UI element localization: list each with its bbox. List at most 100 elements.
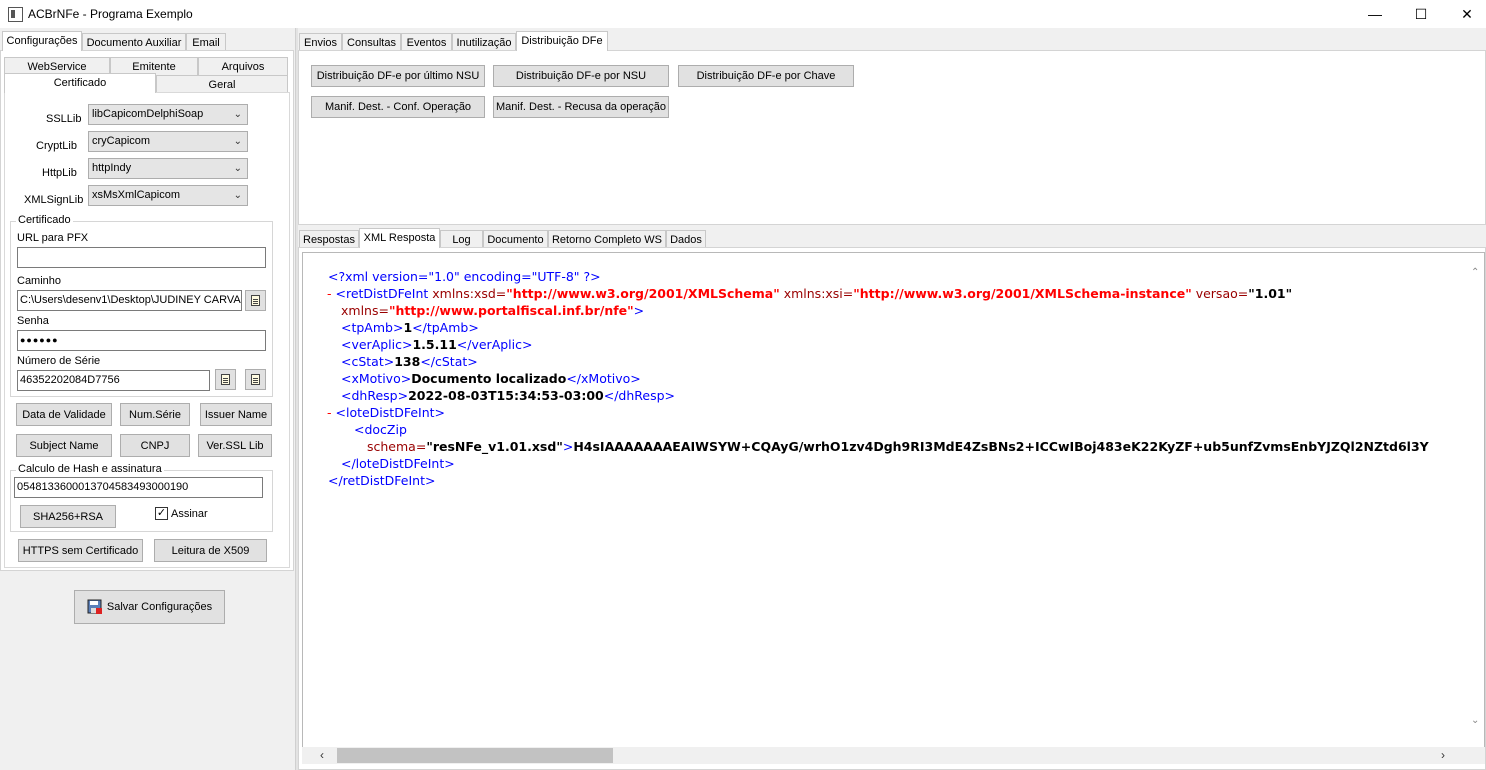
tab-geral[interactable]: Geral (156, 75, 288, 93)
xml-attr-name: xmlns:xsd= (428, 286, 507, 301)
lookup-cert-button[interactable] (245, 369, 266, 390)
xml-text: 2022-08-03T15:34:53-03:00 (408, 388, 604, 403)
salvar-label: Salvar Configurações (106, 601, 213, 613)
xml-tag: > (562, 439, 574, 454)
ver-ssl-lib-button[interactable]: Ver.SSL Lib (198, 434, 272, 457)
xml-viewer[interactable]: <?xml version="1.0" encoding="UTF-8" ?> … (302, 252, 1485, 748)
tab-configuracoes[interactable]: Configurações (2, 31, 82, 51)
httplib-label: HttpLib (42, 167, 77, 179)
xml-line-root: - <retDistDFeInt xmlns:xsd= "http://www.w… (327, 286, 1292, 301)
scroll-right-icon[interactable]: › (1441, 748, 1445, 762)
manif-conf-button[interactable]: Manif. Dest. - Conf. Operação (311, 96, 485, 118)
scroll-left-icon[interactable]: ‹ (320, 748, 324, 762)
xml-line-cstat: <cStat>138</cStat> (341, 354, 478, 369)
horizontal-scrollbar[interactable]: ‹ › (302, 747, 1485, 764)
xml-tag: <retDistDFeInt (335, 286, 429, 301)
dist-nsu-button[interactable]: Distribuição DF-e por NSU (493, 65, 669, 87)
xmlsignlib-value: xsMsXmlCapicom (92, 189, 181, 201)
tab-dados[interactable]: Dados (666, 230, 706, 248)
num-serie-button[interactable]: Num.Série (120, 403, 190, 426)
tab-log[interactable]: Log (440, 230, 483, 248)
xml-tag: <xMotivo> (341, 371, 412, 386)
minimize-button[interactable]: — (1352, 0, 1398, 28)
url-pfx-label: URL para PFX (17, 232, 89, 244)
tab-consultas[interactable]: Consultas (342, 33, 401, 51)
dist-ultimo-nsu-button[interactable]: Distribuição DF-e por último NSU (311, 65, 485, 87)
sha256-rsa-button[interactable]: SHA256+RSA (20, 505, 116, 528)
scroll-down-icon[interactable]: ⌄ (1471, 715, 1479, 726)
dist-chave-button[interactable]: Distribuição DF-e por Chave (678, 65, 854, 87)
xml-line-xmotivo: <xMotivo>Documento localizado</xMotivo> (341, 371, 641, 386)
tab-documento[interactable]: Documento (483, 230, 548, 248)
xml-attr-value: "1.01" (1248, 286, 1293, 301)
hash-input[interactable]: 0548133600013704583493000190 (14, 477, 263, 498)
leitura-x509-button[interactable]: Leitura de X509 (154, 539, 267, 562)
tab-eventos[interactable]: Eventos (401, 33, 452, 51)
xml-line-lote: - <loteDistDFeInt> (327, 405, 445, 420)
window-title: ACBrNFe - Programa Exemplo (28, 7, 193, 21)
tab-respostas[interactable]: Respostas (299, 230, 359, 248)
xml-tag: </cStat> (420, 354, 478, 369)
httplib-value: httpIndy (92, 162, 132, 174)
data-validade-button[interactable]: Data de Validade (16, 403, 112, 426)
manif-recusa-button[interactable]: Manif. Dest. - Recusa da operação (493, 96, 669, 118)
senha-input[interactable]: ●●●●●● (17, 330, 266, 351)
scroll-up-icon[interactable]: ⌃ (1471, 267, 1479, 278)
tab-inutilizacao[interactable]: Inutilização (452, 33, 516, 51)
numserie-label: Número de Série (17, 355, 101, 367)
https-sem-certificado-button[interactable]: HTTPS sem Certificado (18, 539, 143, 562)
url-pfx-input[interactable] (17, 247, 266, 268)
xml-text: 1 (403, 320, 413, 335)
xml-tag: </loteDistDFeInt> (341, 456, 455, 471)
xml-tag: <loteDistDFeInt> (335, 405, 446, 420)
chevron-down-icon: ⌄ (233, 136, 242, 147)
assinar-checkbox[interactable]: ✓ (155, 507, 168, 520)
ssllib-select[interactable]: libCapicomDelphiSoap ⌄ (88, 104, 248, 125)
collapse-toggle[interactable]: - (327, 286, 332, 301)
document-icon (251, 295, 260, 306)
xml-attr-name: xmlns= (341, 303, 389, 318)
ssllib-label: SSLLib (46, 113, 82, 125)
tab-xml-resposta[interactable]: XML Resposta (359, 228, 440, 248)
collapse-toggle[interactable]: - (327, 405, 332, 420)
xml-line-doczip-content: schema="resNFe_v1.01.xsd">H4sIAAAAAAAEAI… (367, 439, 1429, 454)
chevron-down-icon: ⌄ (233, 109, 242, 120)
xmlsignlib-label: XMLSignLib (24, 194, 84, 206)
tab-envios[interactable]: Envios (299, 33, 342, 51)
vertical-scrollbar[interactable]: ⌃ ⌄ (1467, 253, 1484, 747)
tab-certificado[interactable]: Certificado (4, 73, 156, 93)
app-icon (8, 7, 23, 22)
xml-line-xmlns: xmlns="http://www.portalfiscal.inf.br/nf… (341, 303, 644, 318)
xml-attr-value: "resNFe_v1.01.xsd" (426, 439, 563, 454)
cnpj-button[interactable]: CNPJ (120, 434, 190, 457)
certificado-group-title: Certificado (16, 214, 73, 226)
xml-declaration: <?xml version="1.0" encoding="UTF-8" ?> (328, 269, 601, 284)
xmlsignlib-select[interactable]: xsMsXmlCapicom ⌄ (88, 185, 248, 206)
xml-line-veraplic: <verAplic>1.5.11</verAplic> (341, 337, 532, 352)
tab-retorno-completo[interactable]: Retorno Completo WS (548, 230, 666, 248)
tab-distribuicao-dfe[interactable]: Distribuição DFe (516, 31, 608, 51)
caminho-input[interactable]: C:\Users\desenv1\Desktop\JUDINEY CARVALH… (17, 290, 242, 311)
tab-email[interactable]: Email (186, 33, 226, 51)
tab-documento-auxiliar[interactable]: Documento Auxiliar (82, 33, 186, 51)
xml-tag: </retDistDFeInt> (328, 473, 436, 488)
cryptlib-select[interactable]: cryCapicom ⌄ (88, 131, 248, 152)
xml-tag: </xMotivo> (566, 371, 641, 386)
close-button[interactable]: ✕ (1444, 0, 1486, 28)
salvar-configuracoes-button[interactable]: Salvar Configurações (74, 590, 225, 624)
xml-attr-name: xmlns:xsi= (779, 286, 854, 301)
issuer-name-button[interactable]: Issuer Name (200, 403, 272, 426)
tab-arquivos[interactable]: Arquivos (198, 57, 288, 75)
httplib-select[interactable]: httpIndy ⌄ (88, 158, 248, 179)
xml-attr-value: "http://www.w3.org/2001/XMLSchema-instan… (853, 286, 1192, 301)
xml-tag: <dhResp> (341, 388, 409, 403)
xml-attr-name: versao= (1191, 286, 1249, 301)
xml-tag: <cStat> (341, 354, 395, 369)
subject-name-button[interactable]: Subject Name (16, 434, 112, 457)
scrollbar-thumb[interactable] (337, 748, 613, 763)
numserie-input[interactable]: 46352202084D7756 (17, 370, 210, 391)
browse-caminho-button[interactable] (245, 290, 266, 311)
chevron-down-icon: ⌄ (233, 190, 242, 201)
select-cert-button[interactable] (215, 369, 236, 390)
maximize-button[interactable]: ☐ (1398, 0, 1444, 28)
